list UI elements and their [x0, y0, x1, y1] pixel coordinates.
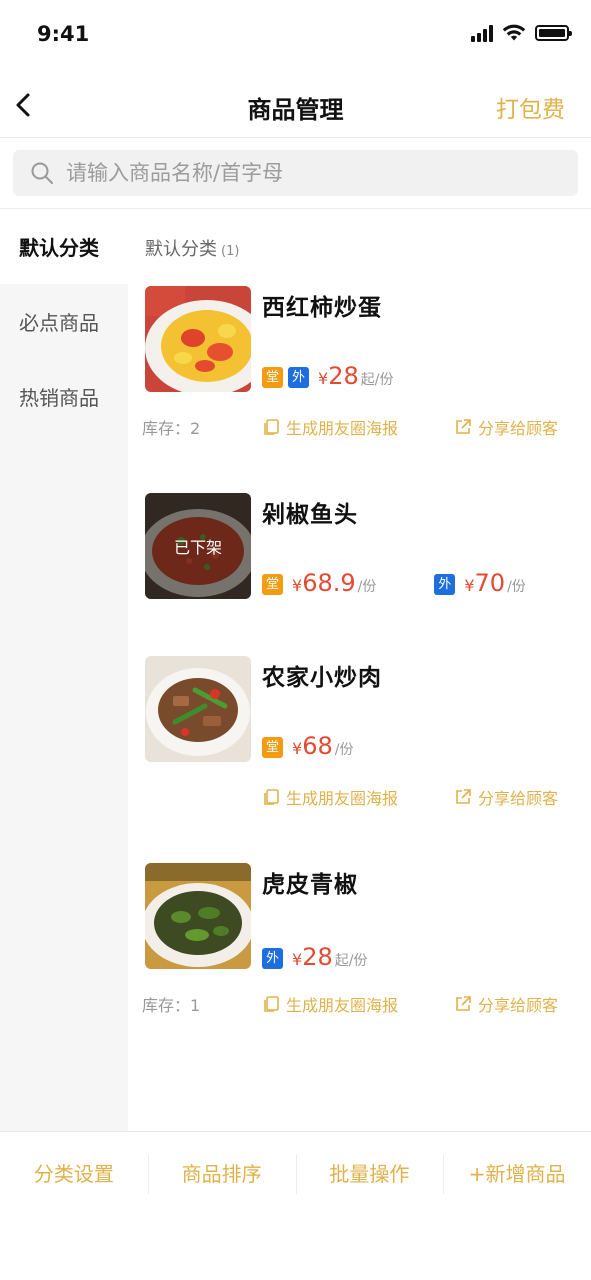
search-area	[0, 139, 591, 209]
share-label: 分享给顾客	[478, 419, 559, 438]
price-unit: 起/份	[334, 953, 368, 969]
currency-symbol: ¥	[464, 576, 475, 595]
currency-symbol: ¥	[292, 739, 303, 758]
poster-button[interactable]: 生成朋友圈海报	[262, 415, 398, 439]
copy-icon	[264, 996, 279, 1012]
product-list: 默认分类 (1) 西红柿炒蛋 堂 外 ¥ 28 起/份 库存：2 生成朋友圈海报…	[128, 209, 591, 1131]
product-name: 西红柿炒蛋	[262, 295, 382, 321]
share-label: 分享给顾客	[478, 789, 559, 808]
poster-button[interactable]: 生成朋友圈海报	[262, 785, 398, 809]
product-name: 虎皮青椒	[262, 872, 358, 898]
product-image: 已下架	[145, 493, 251, 599]
share-icon	[456, 996, 471, 1011]
price-unit: /份	[507, 579, 526, 595]
dine-in-tag: 堂	[262, 737, 283, 758]
status-bar: 9:41	[0, 0, 591, 72]
currency-symbol: ¥	[318, 369, 329, 388]
share-button[interactable]: 分享给顾客	[454, 785, 558, 809]
takeout-price-group: 外 ¥ 70 /份	[434, 569, 526, 598]
price-unit: /份	[334, 742, 354, 758]
product-footer: 库存：1 生成朋友圈海报 分享给顾客	[128, 992, 591, 1016]
price-unit: /份	[357, 579, 377, 595]
sidebar-item-must-order[interactable]: 必点商品	[0, 284, 128, 359]
battery-icon	[535, 25, 572, 41]
packaging-fee-button[interactable]: 打包费	[496, 90, 565, 124]
product-price: 28	[302, 943, 333, 971]
poster-label: 生成朋友圈海报	[286, 996, 399, 1015]
share-icon	[456, 789, 471, 804]
nav-bar: 商品管理 打包费	[0, 72, 591, 138]
price-row: 堂 ¥ 68 /份	[262, 732, 353, 761]
product-image	[145, 656, 251, 762]
price-row: 堂 外 ¥ 28 起/份	[262, 362, 393, 391]
wifi-icon	[502, 24, 526, 41]
share-button[interactable]: 分享给顾客	[454, 992, 558, 1016]
price-row: 外 ¥ 28 起/份	[262, 943, 367, 972]
share-icon	[456, 419, 471, 434]
category-sidebar: 默认分类 必点商品 热销商品	[0, 209, 128, 1131]
poster-label: 生成朋友圈海报	[286, 789, 399, 808]
copy-icon	[264, 789, 279, 805]
share-label: 分享给顾客	[478, 996, 559, 1015]
sidebar-item-default[interactable]: 默认分类	[0, 209, 128, 284]
bottom-action-bar: 分类设置 商品排序 批量操作 +新增商品	[0, 1131, 591, 1219]
add-product-button[interactable]: +新增商品	[443, 1132, 591, 1219]
price-unit: 起/份	[360, 372, 394, 388]
copy-icon	[264, 419, 279, 435]
dine-in-tag: 堂	[262, 574, 283, 595]
category-count: (1)	[221, 244, 240, 259]
sidebar-item-hot-sale[interactable]: 热销商品	[0, 359, 128, 434]
batch-operations-button[interactable]: 批量操作	[295, 1132, 444, 1219]
product-image	[145, 863, 251, 969]
product-name: 剁椒鱼头	[262, 502, 358, 528]
sidebar-item-label: 默认分类	[19, 236, 99, 260]
sort-products-button[interactable]: 商品排序	[147, 1132, 296, 1219]
search-input[interactable]	[66, 161, 546, 185]
currency-symbol: ¥	[292, 950, 303, 969]
sidebar-item-label: 热销商品	[19, 386, 99, 410]
product-footer: 库存：2 生成朋友圈海报 分享给顾客	[128, 415, 591, 439]
category-title: 默认分类	[145, 239, 217, 260]
search-box[interactable]	[13, 150, 578, 196]
price-row: 堂 ¥ 68.9 /份 外 ¥ 70 /份	[262, 569, 526, 598]
poster-label: 生成朋友圈海报	[286, 419, 399, 438]
product-name: 农家小炒肉	[262, 665, 382, 691]
status-icons	[471, 24, 572, 42]
product-price: 68	[302, 732, 333, 760]
signal-icon	[471, 24, 493, 42]
share-button[interactable]: 分享给顾客	[454, 415, 558, 439]
takeout-tag: 外	[288, 367, 309, 388]
category-header: 默认分类 (1)	[145, 235, 239, 261]
off-shelf-overlay: 已下架	[145, 493, 251, 599]
takeout-tag: 外	[434, 574, 456, 595]
product-image	[145, 286, 251, 392]
poster-button[interactable]: 生成朋友圈海报	[262, 992, 398, 1016]
sidebar-item-label: 必点商品	[19, 311, 99, 335]
status-time: 9:41	[37, 22, 90, 46]
takeout-tag: 外	[262, 948, 283, 969]
currency-symbol: ¥	[292, 576, 303, 595]
product-price: 28	[328, 362, 359, 390]
category-settings-button[interactable]: 分类设置	[0, 1132, 148, 1219]
stock-label: 库存：1	[142, 996, 201, 1015]
takeout-price: 70	[474, 569, 506, 597]
search-icon	[31, 162, 53, 184]
dine-in-price: 68.9	[302, 569, 356, 597]
dine-in-tag: 堂	[262, 367, 283, 388]
product-footer: 生成朋友圈海报 分享给顾客	[128, 785, 591, 809]
stock-label: 库存：2	[142, 419, 201, 438]
